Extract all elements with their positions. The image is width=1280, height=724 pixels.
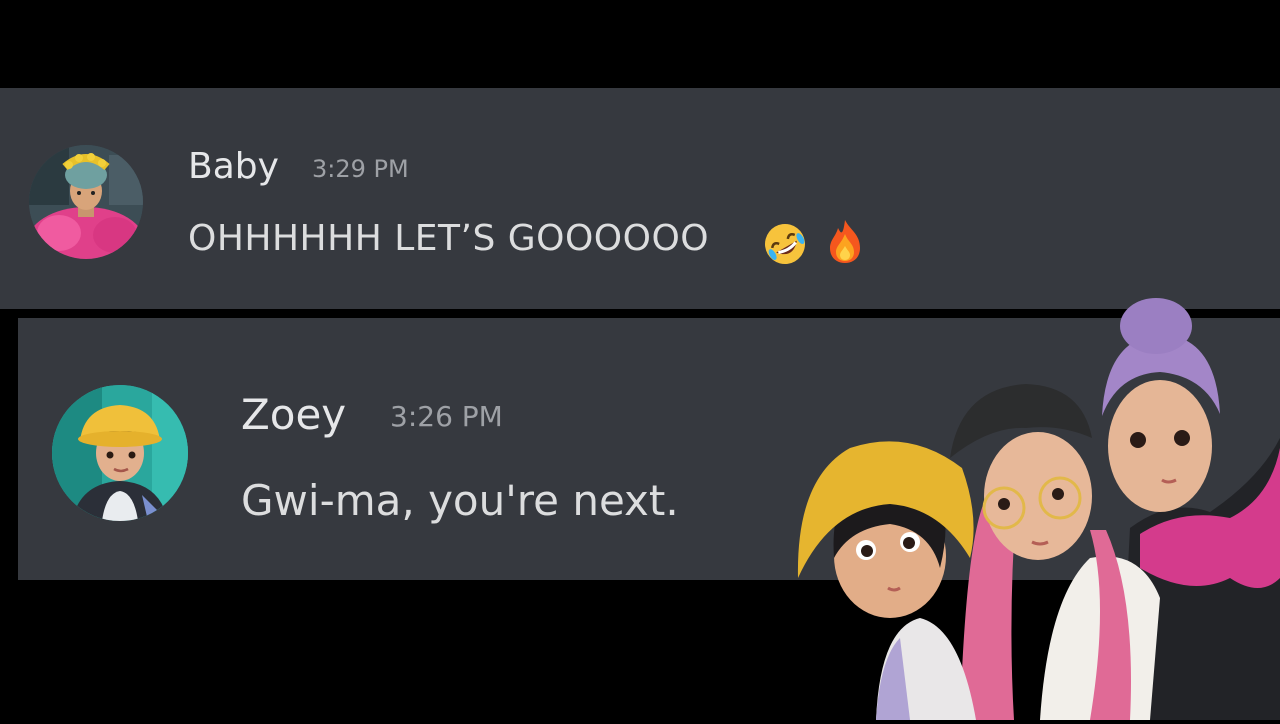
chat-message-baby: Baby 3:29 PM OHHHHHH LET’S GOOOOOO	[0, 88, 1280, 309]
timestamp: 3:29 PM	[312, 155, 409, 183]
rolling-on-floor-laughing-icon	[762, 221, 808, 267]
avatar[interactable]	[52, 385, 188, 521]
message-text: Gwi-ma, you're next.	[241, 476, 679, 525]
fire-icon	[826, 218, 864, 264]
avatar[interactable]	[29, 145, 143, 259]
author-name[interactable]: Baby	[188, 146, 279, 187]
author-name[interactable]: Zoey	[241, 390, 346, 439]
timestamp: 3:26 PM	[390, 400, 503, 433]
characters-image	[790, 298, 1280, 720]
message-text: OHHHHHH LET’S GOOOOOO	[188, 218, 710, 259]
